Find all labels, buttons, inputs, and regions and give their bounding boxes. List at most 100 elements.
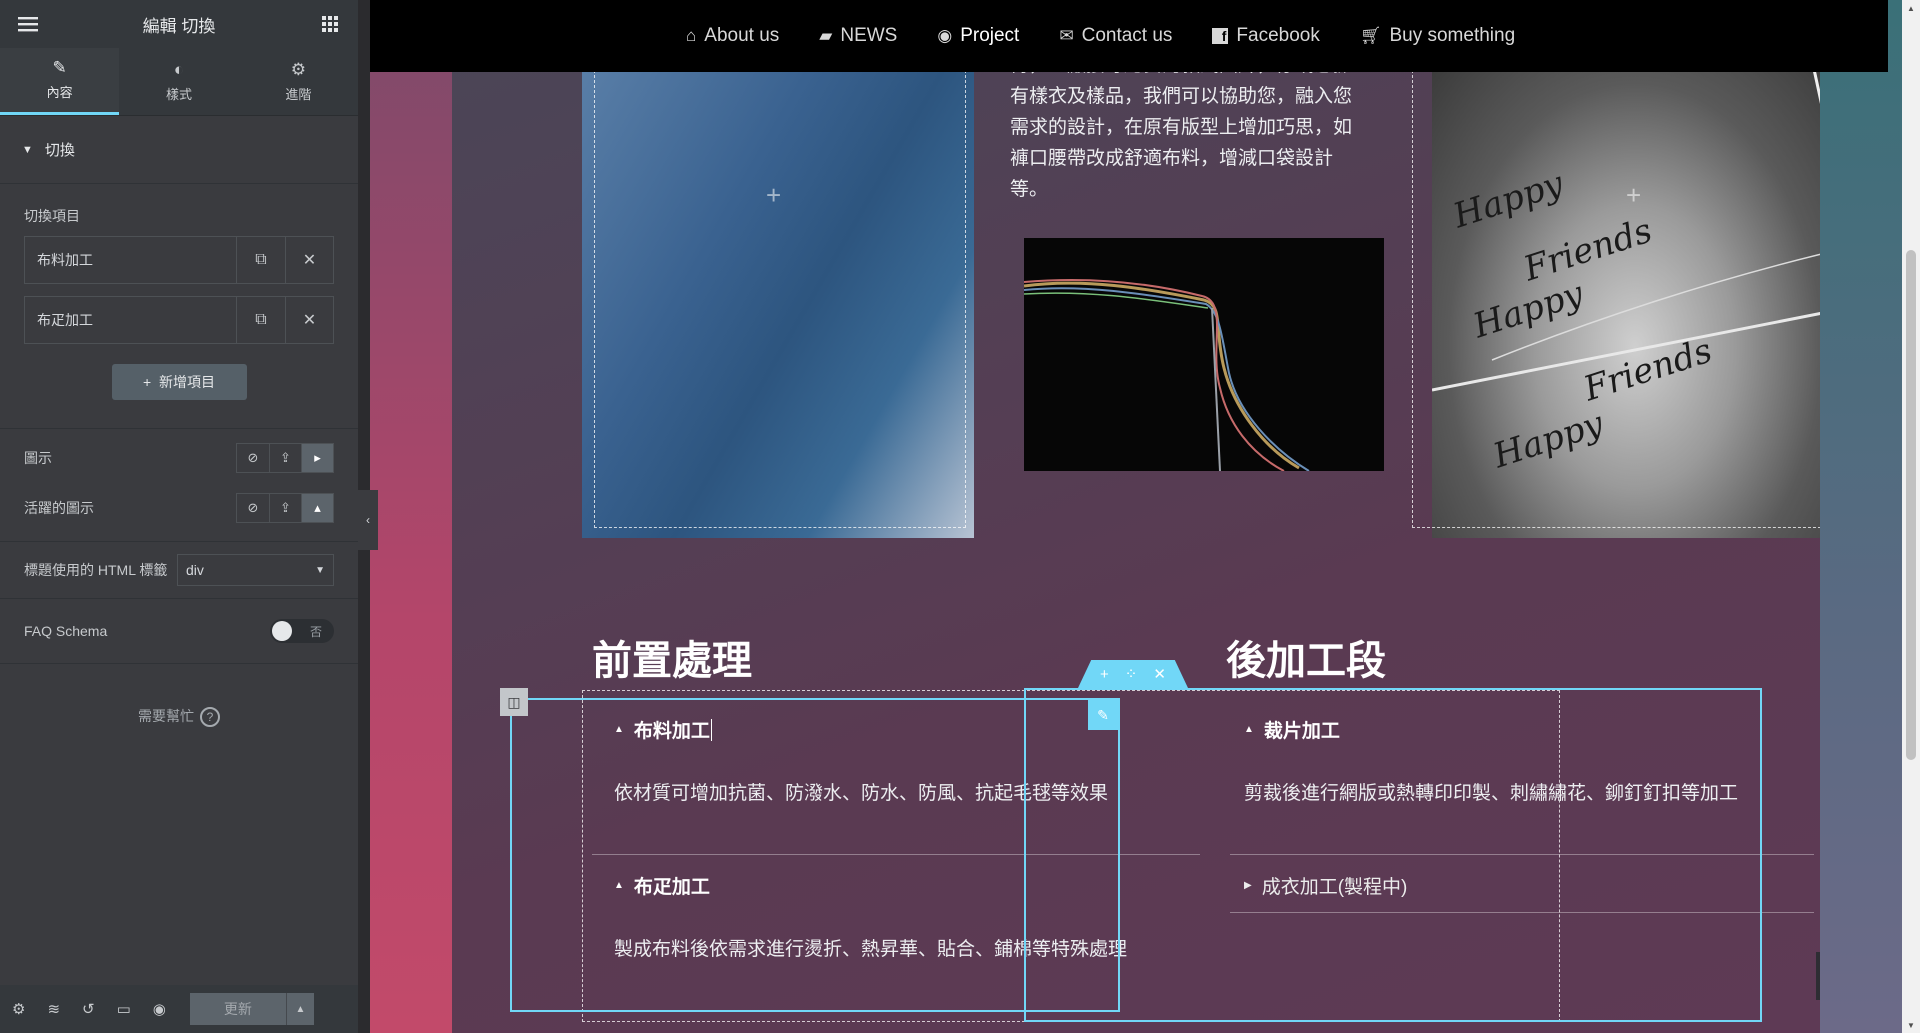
contrast-icon: ◐	[173, 59, 185, 79]
nav-label: NEWS	[840, 25, 898, 46]
repeater-item[interactable]: 布疋加工 ⧉ ✕	[24, 296, 334, 344]
nav-project[interactable]: ◉ Project	[937, 25, 1019, 47]
responsive-icon[interactable]: ▭	[117, 1000, 131, 1018]
home-icon: ⌂	[686, 26, 697, 45]
active-icon-label: 活躍的圖示	[24, 500, 94, 516]
intro-line: 需求的設計，在原有版型上增加巧思，如	[1010, 117, 1353, 138]
apps-grid-icon[interactable]	[320, 14, 340, 34]
tab-advanced[interactable]: ⚙ 進階	[239, 48, 358, 115]
envelope-icon: ✉	[1059, 26, 1074, 45]
icon-control: 圖示 ⊘ ⇪ ▸	[0, 433, 358, 483]
section-toggle-header[interactable]: ▼ 切換	[0, 116, 358, 184]
layers-icon[interactable]: ≋	[47, 1000, 60, 1018]
repeater-item-title[interactable]: 布料加工	[25, 237, 237, 283]
close-icon[interactable]: ✕	[285, 297, 333, 343]
preview-eye-icon[interactable]: ◉	[153, 1000, 166, 1018]
intro-text: 傳，工廠接等總安的款式圖片，亦或您擁 有樣衣及樣品，我們可以協助您，融入您 需求…	[1010, 55, 1390, 205]
html-tag-select[interactable]: div ▼	[177, 554, 334, 586]
cart-icon: 🛒︎	[1359, 26, 1382, 45]
column-outline	[1412, 0, 1826, 528]
icon-label: 圖示	[24, 450, 52, 466]
chevron-down-icon: ▼	[315, 564, 325, 576]
divider	[0, 428, 358, 429]
faq-toggle-text: 否	[309, 624, 322, 639]
faq-schema-control: FAQ Schema 否	[0, 599, 358, 663]
tab-style[interactable]: ◐ 樣式	[119, 48, 238, 115]
caret-right-icon[interactable]: ▸	[301, 444, 333, 472]
caret-up-icon[interactable]: ▴	[301, 494, 333, 522]
add-item-button[interactable]: + 新增項目	[111, 364, 247, 400]
scrollbar-thumb[interactable]	[1906, 250, 1916, 760]
help-link[interactable]: 需要幫忙?	[0, 706, 358, 728]
nav-label: Project	[960, 25, 1020, 46]
section-handle[interactable]: + ⁘ ✕	[1078, 660, 1188, 688]
divider	[0, 663, 358, 664]
caret-up-icon[interactable]: ▲	[285, 993, 314, 1025]
nav-buy-something[interactable]: 🛒︎ Buy something	[1360, 25, 1515, 47]
hamburger-menu-icon[interactable]	[18, 14, 38, 34]
panel-footer: ⚙ ≋ ↺ ▭ ◉ 更新 ▲	[0, 985, 358, 1033]
delete-section-icon[interactable]: ✕	[1153, 665, 1166, 683]
tab-advanced-label: 進階	[285, 86, 312, 102]
repeater-item[interactable]: 布料加工 ⧉ ✕	[24, 236, 334, 284]
nav-label: Buy something	[1389, 25, 1516, 46]
repeater-item-title[interactable]: 布疋加工	[25, 297, 237, 343]
update-button[interactable]: 更新	[189, 993, 286, 1025]
intro-line: 等。	[1010, 179, 1049, 200]
nav-facebook[interactable]: f Facebook	[1212, 25, 1320, 47]
edit-widget-button[interactable]: ✎	[1088, 700, 1118, 730]
section-title: 切換	[44, 142, 75, 159]
nav-about-us[interactable]: ⌂ About us	[686, 25, 779, 47]
scroll-down-arrow-icon[interactable]: ▼	[1902, 1017, 1920, 1033]
column-outline	[594, 0, 966, 528]
duplicate-icon[interactable]: ⧉	[237, 237, 285, 283]
nav-label: Facebook	[1236, 25, 1320, 46]
add-section-icon[interactable]: +	[1100, 666, 1109, 683]
chevron-left-icon: ‹	[366, 513, 370, 527]
selected-column-outline	[510, 698, 1120, 1012]
nav-label: Contact us	[1081, 25, 1173, 46]
close-icon[interactable]: ✕	[285, 237, 333, 283]
upload-icon[interactable]: ⇪	[269, 494, 301, 522]
post-processing-heading: 後加工段	[1226, 639, 1386, 683]
comment-icon: ▰	[819, 26, 833, 45]
back-to-top-button[interactable]: ︿	[1816, 952, 1864, 1000]
page-scrollbar[interactable]: ▲ ▼	[1902, 0, 1920, 1033]
pencil-icon: ✎	[1097, 706, 1109, 723]
update-button-group: 更新 ▲	[189, 993, 314, 1025]
none-icon[interactable]: ⊘	[237, 444, 269, 472]
none-icon[interactable]: ⊘	[237, 494, 269, 522]
nav-news[interactable]: ▰ NEWS	[819, 25, 897, 47]
active-icon-chooser: ⊘ ⇪ ▴	[236, 493, 334, 523]
plus-icon: +	[143, 374, 152, 390]
panel-tabs: ✎ 內容 ◐ 樣式 ⚙ 進階	[0, 48, 358, 116]
icon-chooser: ⊘ ⇪ ▸	[236, 443, 334, 473]
tab-content[interactable]: ✎ 內容	[0, 48, 120, 115]
scroll-up-arrow-icon[interactable]: ▲	[1902, 0, 1920, 16]
add-item-label: 新增項目	[158, 374, 215, 390]
column-handle[interactable]: ◫	[500, 688, 528, 716]
duplicate-icon[interactable]: ⧉	[237, 297, 285, 343]
faq-schema-toggle[interactable]: 否	[270, 619, 334, 643]
html-tag-label: 標題使用的 HTML 標籤	[24, 562, 168, 578]
gear-icon: ⚙	[290, 59, 306, 79]
facebook-icon: f	[1212, 28, 1229, 44]
panel-collapse-handle[interactable]: ‹	[358, 490, 378, 550]
eye-icon: ◉	[937, 26, 953, 45]
panel-header: 編輯 切換	[0, 0, 358, 48]
column-icon: ◫	[507, 693, 521, 710]
nav-contact-us[interactable]: ✉ Contact us	[1059, 25, 1172, 47]
intro-line: 有樣衣及樣品，我們可以協助您，融入您	[1010, 86, 1353, 107]
top-navigation: ⌂ About us ▰ NEWS ◉ Project ✉ Contact us f Fa…	[370, 0, 1888, 72]
thread-photo	[1024, 238, 1384, 471]
html-tag-value: div	[186, 562, 204, 578]
upload-icon[interactable]: ⇪	[269, 444, 301, 472]
pre-processing-heading: 前置處理	[592, 639, 752, 683]
history-icon[interactable]: ↺	[82, 1000, 95, 1018]
faq-schema-label: FAQ Schema	[24, 623, 108, 639]
settings-icon[interactable]: ⚙	[12, 1000, 25, 1018]
drag-handle-icon[interactable]: ⁘	[1125, 665, 1138, 683]
repeater-label: 切換項目	[24, 208, 80, 224]
caret-down-icon: ▼	[22, 143, 33, 156]
chevron-up-icon: ︿	[1831, 967, 1849, 987]
